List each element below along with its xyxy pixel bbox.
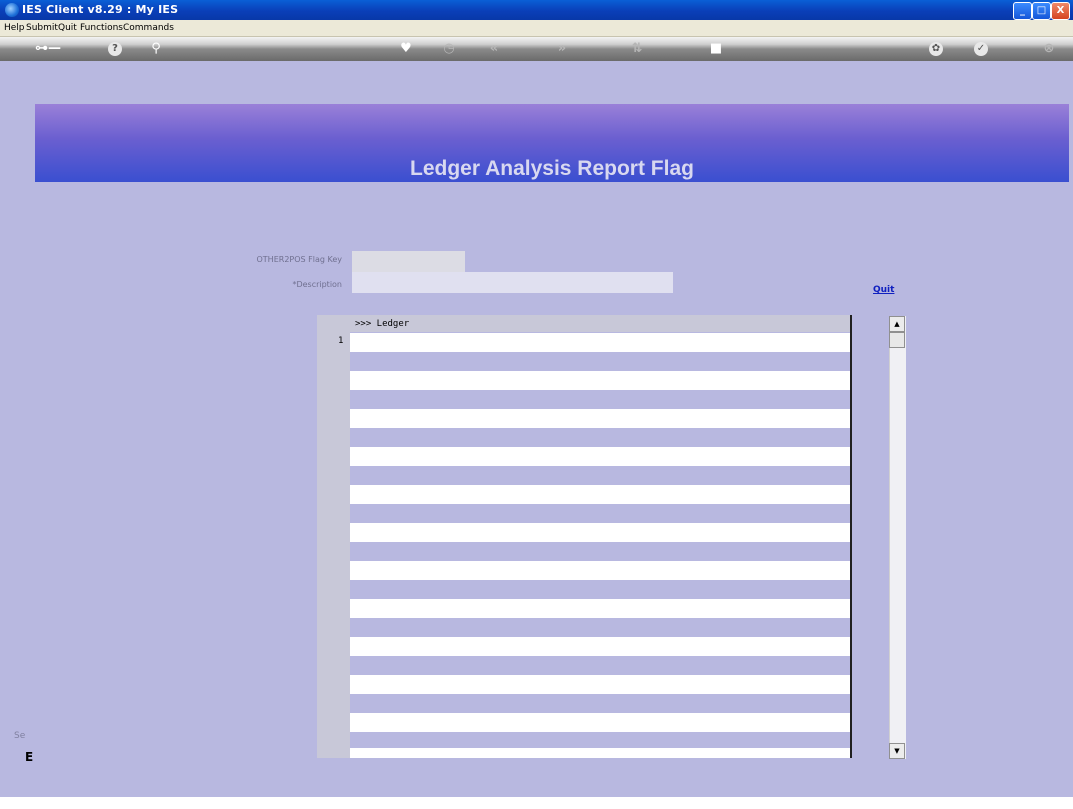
- flag-key-label: OTHER2POS Flag Key: [256, 255, 343, 264]
- grid-column-header-ledger[interactable]: >>> Ledger: [355, 319, 409, 329]
- grid-row[interactable]: [350, 748, 850, 758]
- grid-row-gutter: [317, 315, 350, 758]
- app-logo-icon: [5, 3, 19, 17]
- minimize-button[interactable]: _: [1013, 2, 1032, 20]
- grid-row[interactable]: [350, 409, 850, 428]
- grid-scrollbar[interactable]: [889, 316, 906, 759]
- grid-header: [350, 315, 850, 332]
- description-label: *Description: [292, 280, 342, 289]
- header-banner: Ledger Analysis Report Flag: [35, 104, 1069, 182]
- window-bottom-edge: [0, 797, 1073, 809]
- row-number: 1: [338, 336, 344, 346]
- gear-icon[interactable]: ✿: [929, 42, 943, 56]
- scroll-down-button[interactable]: ▼: [889, 743, 905, 759]
- fast-forward-icon[interactable]: »: [553, 40, 571, 58]
- sort-icon[interactable]: ⇅: [628, 40, 646, 58]
- menu-bar: Help Submit Quit Functions Commands: [0, 20, 1073, 37]
- status-indicator: E: [25, 750, 34, 764]
- menu-help[interactable]: Help: [4, 23, 25, 33]
- grid-row[interactable]: [350, 371, 850, 390]
- grid-row[interactable]: [350, 675, 850, 694]
- toolbar: ⊶— ? ⚲ ♥ ◷ « » ⇅ ■ ✿ ✓ ⊗: [0, 37, 1073, 61]
- menu-submit[interactable]: Submit: [26, 23, 58, 33]
- grid-row[interactable]: [350, 637, 850, 656]
- maximize-button[interactable]: □: [1032, 2, 1051, 20]
- flag-key-field[interactable]: [352, 251, 465, 272]
- scroll-thumb[interactable]: [889, 332, 905, 348]
- grid-row[interactable]: [350, 561, 850, 580]
- close-icon[interactable]: ⊗: [1040, 40, 1058, 58]
- key-icon[interactable]: ⊶—: [30, 40, 66, 58]
- close-window-button[interactable]: X: [1051, 2, 1070, 20]
- menu-quit[interactable]: Quit: [58, 23, 77, 33]
- description-field[interactable]: [352, 272, 673, 293]
- grid-right-border: [850, 315, 852, 758]
- grid-row[interactable]: [350, 485, 850, 504]
- search-icon[interactable]: ⚲: [147, 40, 165, 58]
- menu-commands[interactable]: Commands: [123, 23, 174, 33]
- grid-row[interactable]: [350, 599, 850, 618]
- help-icon[interactable]: ?: [108, 42, 122, 56]
- quit-link[interactable]: Quit: [873, 285, 894, 295]
- check-icon[interactable]: ✓: [974, 42, 988, 56]
- stop-icon[interactable]: ■: [707, 40, 725, 58]
- clock-icon[interactable]: ◷: [440, 40, 458, 58]
- scroll-up-button[interactable]: ▲: [889, 316, 905, 332]
- page-title: Ledger Analysis Report Flag: [410, 157, 694, 180]
- grid-row[interactable]: [350, 447, 850, 466]
- status-text-fragment: Se: [14, 731, 26, 741]
- rewind-icon[interactable]: «: [485, 40, 503, 58]
- menu-functions[interactable]: Functions: [80, 23, 123, 33]
- app-window: IES Client v8.29 : My IES _ □ X Help Sub…: [0, 0, 1073, 809]
- heart-icon[interactable]: ♥: [397, 40, 415, 58]
- window-title: IES Client v8.29 : My IES: [22, 3, 179, 16]
- grid-row[interactable]: [350, 713, 850, 732]
- grid-row[interactable]: [350, 523, 850, 542]
- title-bar: IES Client v8.29 : My IES _ □ X: [0, 0, 1073, 20]
- grid-row-1[interactable]: [350, 333, 850, 352]
